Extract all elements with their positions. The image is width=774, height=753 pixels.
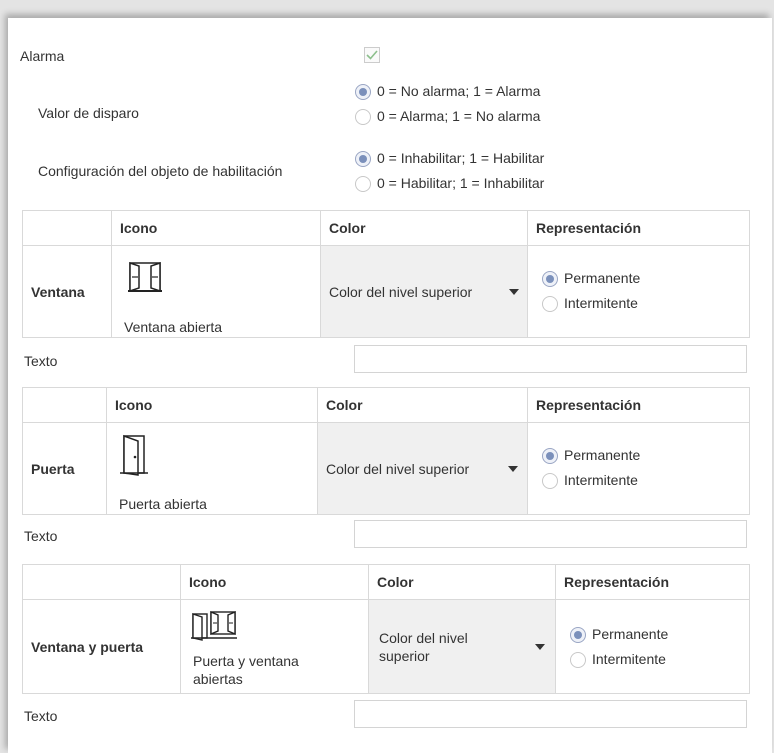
section-name: Puerta: [22, 422, 107, 515]
ventana-table: Icono Color Representación Ventana Venta…: [22, 210, 750, 338]
chevron-down-icon: [508, 466, 518, 472]
color-dropdown[interactable]: Color del nivel superior: [317, 422, 528, 515]
icon-column-header: Icono: [111, 210, 321, 246]
color-value: Color del nivel superior: [379, 630, 468, 664]
icon-column-header: Icono: [106, 387, 318, 423]
radio-button[interactable]: [355, 176, 371, 192]
radio-label: 0 = Habilitar; 1 = Inhabilitar: [377, 175, 545, 191]
radio-button[interactable]: [355, 151, 371, 167]
radio-label: Permanente: [564, 447, 641, 463]
open-door-icon: [120, 434, 148, 476]
checkmark-icon: [366, 50, 378, 60]
color-value: Color del nivel superior: [329, 284, 473, 300]
representation-column-header: Representación: [555, 564, 750, 600]
text-input-ventana-puerta[interactable]: [354, 700, 747, 728]
radio-button[interactable]: [570, 652, 586, 668]
icon-cell[interactable]: Puerta y ventana abiertas: [180, 599, 369, 694]
color-value: Color del nivel superior: [326, 461, 470, 477]
radio-button[interactable]: [542, 271, 558, 287]
door-and-window-icon: [191, 610, 237, 641]
text-label: Texto: [24, 708, 58, 724]
blank-header: [22, 387, 107, 423]
radio-label: Permanente: [592, 626, 669, 642]
radio-label: 0 = Alarma; 1 = No alarma: [377, 108, 541, 124]
alarm-settings-panel: Alarma Valor de disparo 0 = No alarma; 1…: [8, 18, 772, 753]
icon-caption: Puerta y ventana abiertas: [193, 653, 299, 687]
enable-config-label: Configuración del objeto de habilitación: [38, 163, 283, 179]
open-window-icon: [128, 261, 162, 293]
blank-header: [22, 210, 112, 246]
section-name: Ventana: [22, 245, 112, 338]
text-label: Texto: [24, 528, 58, 544]
puerta-table: Icono Color Representación Puerta Puerta…: [22, 387, 750, 515]
icon-caption: Puerta abierta: [119, 496, 207, 512]
text-input-ventana[interactable]: [354, 345, 747, 373]
radio-label: 0 = Inhabilitar; 1 = Habilitar: [377, 150, 545, 166]
radio-button[interactable]: [570, 627, 586, 643]
color-dropdown[interactable]: Color del nivel superior: [320, 245, 528, 338]
text-label: Texto: [24, 353, 58, 369]
radio-label: Intermitente: [564, 295, 638, 311]
ventana-puerta-table: Icono Color Representación Ventana y pue…: [22, 564, 750, 694]
radio-button[interactable]: [355, 109, 371, 125]
color-column-header: Color: [320, 210, 528, 246]
icon-cell[interactable]: Ventana abierta: [111, 245, 321, 338]
blank-header: [22, 564, 181, 600]
chevron-down-icon: [509, 289, 519, 295]
icon-cell[interactable]: Puerta abierta: [106, 422, 318, 515]
radio-label: Permanente: [564, 270, 641, 286]
chevron-down-icon: [535, 644, 545, 650]
alarm-checkbox[interactable]: [364, 47, 380, 63]
representation-column-header: Representación: [527, 387, 750, 423]
alarm-label: Alarma: [20, 48, 65, 64]
radio-button[interactable]: [355, 84, 371, 100]
text-input-puerta[interactable]: [354, 520, 747, 548]
color-column-header: Color: [368, 564, 556, 600]
color-column-header: Color: [317, 387, 528, 423]
icon-caption: Ventana abierta: [124, 319, 223, 335]
radio-label: Intermitente: [564, 472, 638, 488]
radio-button[interactable]: [542, 448, 558, 464]
radio-label: 0 = No alarma; 1 = Alarma: [377, 83, 541, 99]
section-name: Ventana y puerta: [22, 599, 181, 694]
radio-label: Intermitente: [592, 651, 666, 667]
radio-button[interactable]: [542, 296, 558, 312]
representation-cell: Permanente Intermitente: [527, 422, 750, 515]
radio-button[interactable]: [542, 473, 558, 489]
color-dropdown[interactable]: Color del nivel superior: [368, 599, 556, 694]
trigger-value-label: Valor de disparo: [38, 105, 139, 121]
representation-cell: Permanente Intermitente: [527, 245, 750, 338]
representation-cell: Permanente Intermitente: [555, 599, 750, 694]
icon-column-header: Icono: [180, 564, 369, 600]
representation-column-header: Representación: [527, 210, 750, 246]
